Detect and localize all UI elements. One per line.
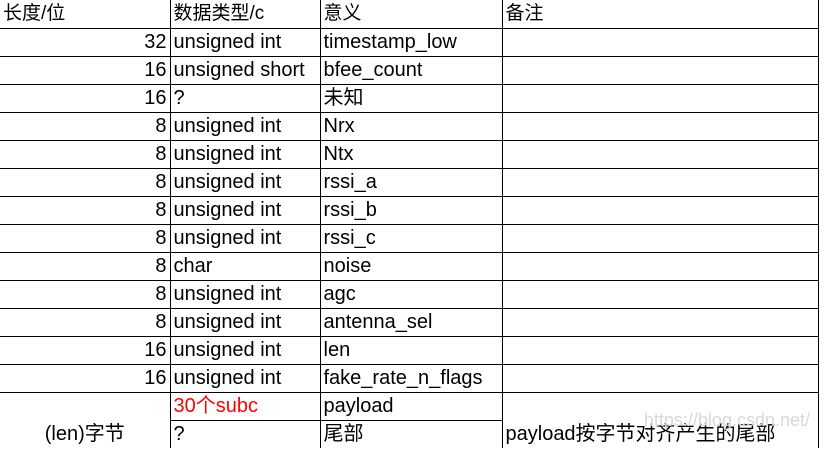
cell-length: 8 [0,308,171,337]
cell-type: unsigned int [170,196,321,225]
cell-type: unsigned short [170,56,321,85]
cell-meaning: len [320,336,503,365]
header-note: 备注 [502,0,819,29]
cell-length: 16 [0,56,171,85]
table-row: 8 unsigned int agc [0,280,819,309]
table-row: 32 unsigned int timestamp_low [0,28,819,57]
cell-type: unsigned int [170,308,321,337]
cell-type: unsigned int [170,140,321,169]
cell-meaning: 未知 [320,84,503,113]
cell-meaning: rssi_b [320,196,503,225]
table-row: 30个subc payload [0,392,819,421]
cell-note [502,392,819,420]
cell-meaning: agc [320,280,503,309]
cell-type: unsigned int [170,28,321,57]
cell-note [502,280,819,309]
cell-length [0,392,171,420]
cell-length: 8 [0,252,171,281]
cell-meaning: 尾部 [320,420,503,448]
table-row: 16 unsigned int fake_rate_n_flags [0,364,819,393]
cell-note [502,196,819,225]
cell-type: unsigned int [170,280,321,309]
cell-length: 8 [0,140,171,169]
table-row: 8 unsigned int Nrx [0,112,819,141]
cell-note [502,84,819,113]
cell-length: 16 [0,336,171,365]
header-length: 长度/位 [0,0,171,29]
table-row: 8 unsigned int antenna_sel [0,308,819,337]
cell-note [502,168,819,197]
cell-note [502,224,819,253]
cell-meaning: rssi_c [320,224,503,253]
cell-note [502,56,819,85]
cell-note [502,112,819,141]
cell-length: 8 [0,112,171,141]
cell-note [502,336,819,365]
cell-meaning: Ntx [320,140,503,169]
cell-length: 8 [0,196,171,225]
cell-note [502,308,819,337]
cell-type: ? [170,420,321,448]
cell-note [502,364,819,393]
cell-meaning: noise [320,252,503,281]
cell-type: unsigned int [170,112,321,141]
header-meaning: 意义 [320,0,503,29]
cell-type: unsigned int [170,168,321,197]
table-row: 8 unsigned int rssi_c [0,224,819,253]
cell-length: (len)字节 [0,420,171,448]
table-row: 8 unsigned int rssi_b [0,196,819,225]
cell-meaning: payload [320,392,503,421]
table-row: 8 unsigned int Ntx [0,140,819,169]
table-row: 16 unsigned short bfee_count [0,56,819,85]
cell-length: 16 [0,364,171,393]
cell-type: ? [170,84,321,113]
cell-length: 8 [0,280,171,309]
cell-meaning: Nrx [320,112,503,141]
cell-length: 32 [0,28,171,57]
cell-note: payload按字节对齐产生的尾部 [502,420,819,448]
table-row: 8 unsigned int rssi_a [0,168,819,197]
cell-type: unsigned int [170,336,321,365]
cell-type: unsigned int [170,364,321,393]
cell-meaning: antenna_sel [320,308,503,337]
cell-type: char [170,252,321,281]
cell-length: 8 [0,224,171,253]
cell-meaning: fake_rate_n_flags [320,364,503,393]
table-row: 8 char noise [0,252,819,281]
cell-note [502,140,819,169]
cell-meaning: timestamp_low [320,28,503,57]
table-row: 16 unsigned int len [0,336,819,365]
cell-type: unsigned int [170,224,321,253]
table-row: 16? 未知 [0,84,819,113]
cell-meaning: rssi_a [320,168,503,197]
cell-type: 30个subc [170,392,321,421]
cell-note [502,28,819,57]
header-type: 数据类型/c [170,0,321,29]
table-header-row: 长度/位 数据类型/c 意义 备注 [0,0,819,29]
data-table: 长度/位 数据类型/c 意义 备注 32 unsigned int timestam… [0,0,819,448]
cell-meaning: bfee_count [320,56,503,85]
table-row: (len)字节? 尾部 payload按字节对齐产生的尾部 [0,420,819,448]
cell-note [502,252,819,281]
cell-length: 8 [0,168,171,197]
cell-length: 16 [0,84,171,113]
